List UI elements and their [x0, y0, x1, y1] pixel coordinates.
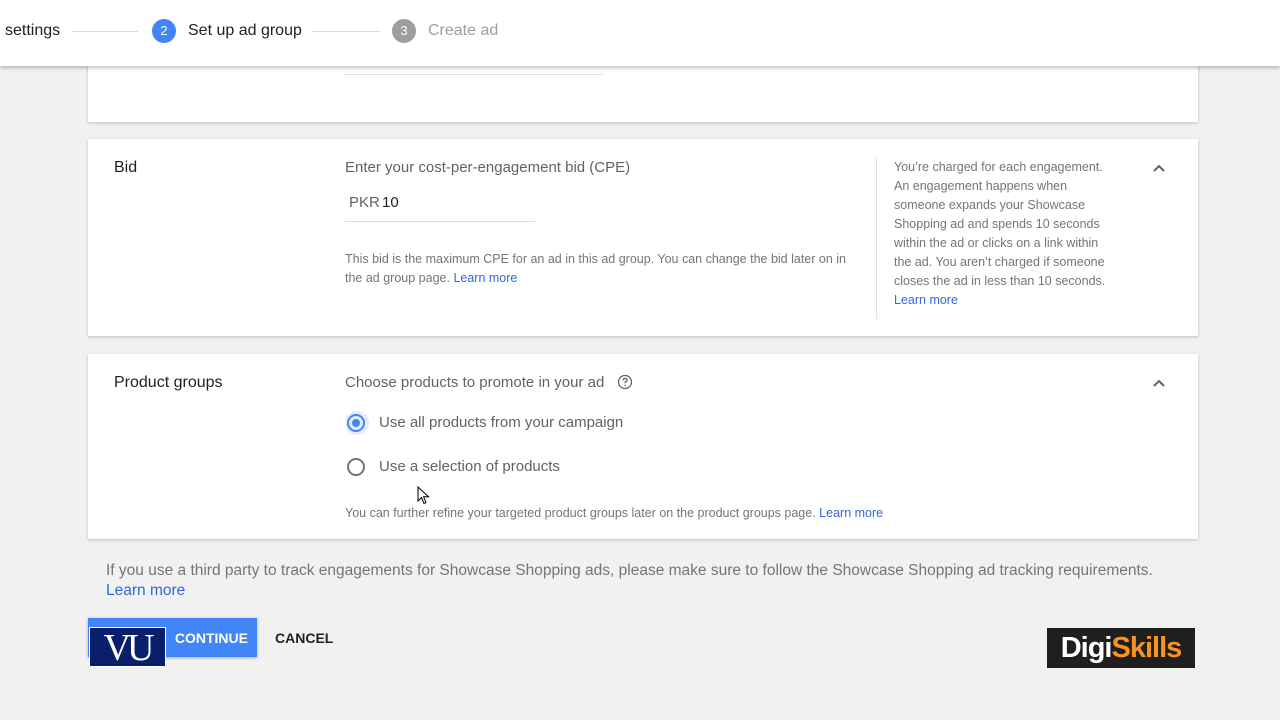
product-groups-helper-text: You can further refine your targeted pro… [345, 504, 945, 523]
product-groups-card: Product groups Choose products to promot… [88, 354, 1198, 539]
product-groups-label-text: Choose products to promote in your ad [345, 374, 605, 391]
bid-value[interactable]: 10 [382, 194, 399, 211]
vu-logo-mark: VU [104, 628, 158, 666]
product-groups-field-label: Choose products to promote in your ad [345, 374, 633, 391]
bid-info-learn-more-link[interactable]: Learn more [894, 293, 958, 307]
product-groups-section-title: Product groups [114, 374, 223, 391]
vu-logo: VU [89, 627, 166, 667]
radio-selection-label: Use a selection of products [379, 458, 560, 475]
vu-logo-text: VU [104, 628, 154, 666]
bid-info-body: You’re charged for each engagement. An e… [894, 160, 1106, 288]
step-connector [72, 31, 138, 32]
bid-section-title: Bid [114, 159, 138, 176]
step-2-circle: 2 [152, 19, 176, 43]
chevron-up-icon[interactable] [1151, 160, 1167, 176]
product-groups-helper-body: You can further refine your targeted pro… [345, 506, 816, 520]
continue-button-label: CONTINUE [174, 630, 248, 646]
product-groups-learn-more-link[interactable]: Learn more [819, 506, 883, 520]
radio-all-products-label: Use all products from your campaign [379, 414, 624, 431]
bid-info-panel: You’re charged for each engagement. An e… [894, 158, 1116, 310]
bid-helper-body: This bid is the maximum CPE for an ad in… [345, 252, 846, 285]
digiskills-logo-part2: Skills [1111, 632, 1183, 664]
cpe-bid-input[interactable]: PKR 10 [345, 191, 535, 222]
step-set-up-ad-group-label[interactable]: Set up ad group [188, 22, 302, 40]
cancel-button[interactable]: CANCEL [275, 630, 333, 646]
digiskills-logo: DigiSkills [1047, 628, 1195, 668]
step-create-ad-label: Create ad [428, 22, 499, 39]
chevron-up-icon[interactable] [1151, 375, 1167, 391]
bid-field-label: Enter your cost-per-engagement bid (CPE) [345, 159, 631, 176]
input-underline [345, 74, 603, 75]
mouse-cursor-icon [417, 486, 430, 505]
tracking-learn-more-link[interactable]: Learn more [106, 582, 185, 599]
radio-button-unchecked[interactable] [347, 458, 365, 476]
radio-button-checked[interactable] [347, 414, 365, 432]
bid-learn-more-link[interactable]: Learn more [453, 271, 517, 285]
digiskills-logo-part1: Digi [1060, 632, 1113, 664]
currency-label: PKR [349, 194, 380, 211]
step-settings-label[interactable]: settings [5, 22, 60, 40]
step-connector [312, 31, 380, 32]
bid-card: Bid Enter your cost-per-engagement bid (… [88, 139, 1198, 336]
tracking-note-text: If you use a third party to track engage… [106, 562, 1153, 579]
vertical-divider [876, 157, 877, 319]
stepper-header: settings 2 Set up ad group 3 Create ad [0, 0, 1280, 66]
help-icon[interactable] [617, 374, 633, 390]
tracking-note: If you use a third party to track engage… [106, 561, 1156, 601]
step-3-circle: 3 [392, 19, 416, 43]
bid-helper-text: This bid is the maximum CPE for an ad in… [345, 250, 865, 288]
